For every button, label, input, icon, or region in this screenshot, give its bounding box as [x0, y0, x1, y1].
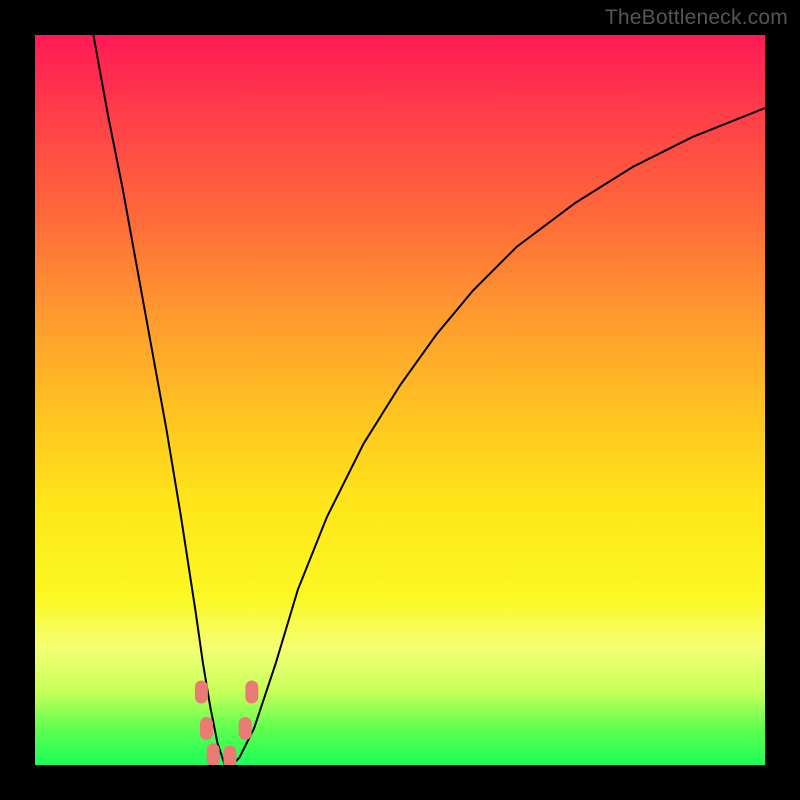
plot-area — [35, 35, 765, 765]
curve-marker — [239, 718, 251, 740]
curve-marker — [195, 681, 207, 703]
bottleneck-curve — [93, 35, 765, 765]
curve-marker — [201, 718, 213, 740]
curve-marker — [246, 681, 258, 703]
curve-markers — [195, 681, 257, 765]
curve-marker — [224, 746, 236, 765]
chart-svg — [35, 35, 765, 765]
curve-marker — [207, 744, 219, 765]
watermark-text: TheBottleneck.com — [605, 6, 788, 30]
chart-container: TheBottleneck.com — [0, 0, 800, 800]
